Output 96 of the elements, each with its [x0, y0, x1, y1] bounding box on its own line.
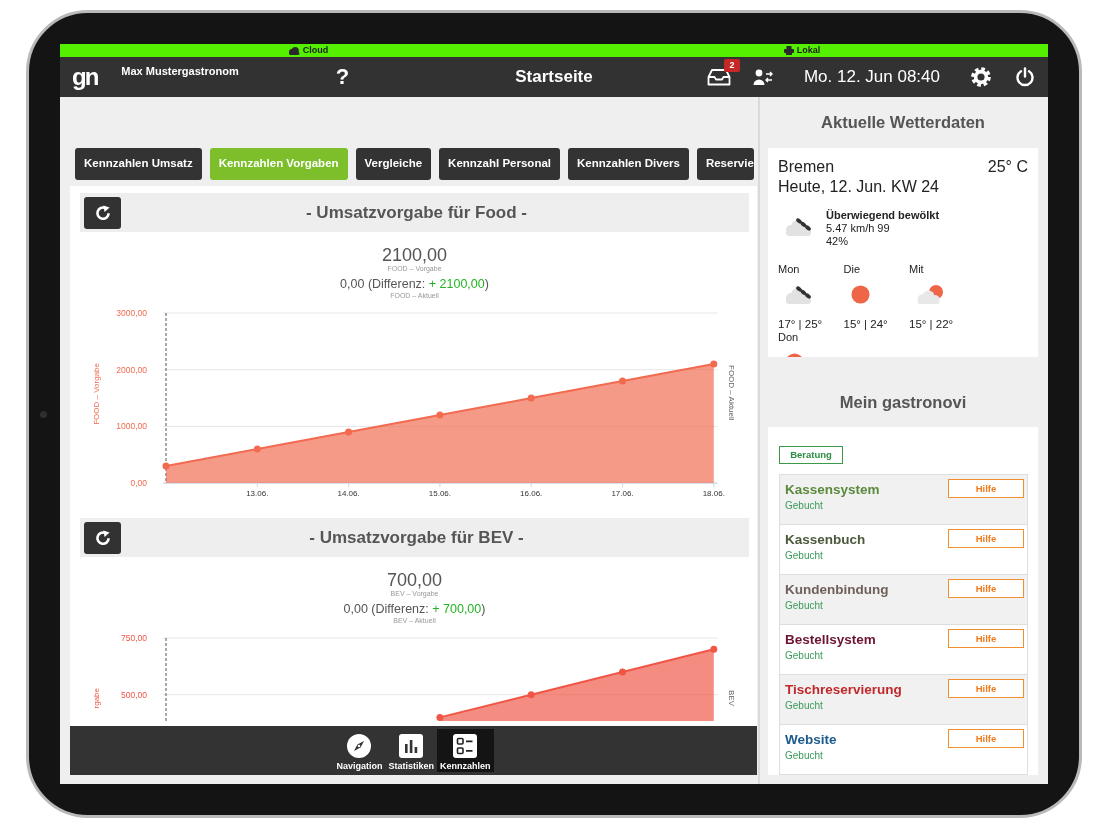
refresh-icon — [94, 529, 111, 546]
booking-status: Gebucht — [785, 749, 823, 762]
data-point — [710, 645, 718, 653]
data-point — [162, 462, 170, 470]
booking-status: Gebucht — [785, 699, 823, 712]
weekday-label: Don — [778, 330, 799, 344]
target-value: 2100,00 — [380, 244, 449, 265]
data-point — [619, 377, 626, 385]
module-name: Kassenbuch — [785, 532, 866, 548]
temperature-range: 15° | 22° — [909, 316, 954, 331]
sun-icon — [850, 284, 870, 304]
camera-icon — [40, 411, 47, 418]
date-time: Mo. 12. Jun 08:40 — [803, 66, 940, 89]
data-point — [253, 445, 261, 453]
date-line: Heute, 12. Jun. KW 24 — [778, 177, 939, 197]
cloud-rain-icon — [785, 217, 813, 236]
data-point — [527, 394, 535, 402]
weekday-label: Mit — [909, 262, 924, 276]
y-axis-label: 1000,00 — [116, 421, 147, 432]
y-axis-label: 500,00 — [121, 689, 147, 700]
inbox-icon[interactable] — [706, 68, 731, 86]
cloud-rain-icon — [785, 284, 813, 304]
user-name: Max Mustergastronom — [121, 65, 239, 79]
axis-title: BEV — [727, 690, 736, 706]
weekday-label: Die — [843, 262, 860, 276]
panel-heading: Aktuelle Wetterdaten — [821, 112, 985, 134]
settings-icon[interactable] — [971, 67, 991, 87]
x-axis-label: 15.06. — [428, 489, 451, 499]
y-axis-label: 2000,00 — [116, 364, 147, 375]
power-icon[interactable] — [1015, 67, 1035, 87]
user-switch-icon[interactable] — [752, 69, 773, 85]
humidity: 42% — [826, 235, 849, 249]
y-axis-label: 3000,00 — [116, 308, 147, 318]
tab-button[interactable]: Reservie — [696, 148, 754, 180]
y-axis-label: 750,00 — [121, 633, 147, 643]
tab-button[interactable]: Vergleiche — [355, 148, 432, 180]
tab-button[interactable]: Kennzahlen Divers — [568, 148, 689, 180]
data-point — [527, 691, 535, 699]
data-point — [436, 411, 444, 419]
data-point — [619, 668, 626, 676]
x-axis-label: 13.06. — [246, 489, 269, 499]
booking-status: Gebucht — [785, 499, 823, 512]
temperature-range: 17° | 25° — [778, 316, 823, 331]
nav-tab[interactable]: Navigation — [333, 729, 386, 772]
refresh-icon — [94, 204, 111, 221]
difference-text: 0,00 (Differenz: + 2100,00) — [339, 277, 490, 292]
status-label: Cloud — [302, 46, 329, 55]
x-axis-label: 18.06. — [702, 489, 725, 499]
panel-heading: Mein gastronovi — [839, 392, 967, 414]
x-axis-label: 16.06. — [520, 489, 543, 499]
printer-icon — [783, 46, 794, 55]
section-title: - Umsatzvorgabe für BEV - — [308, 526, 525, 549]
bar-chart-icon — [399, 733, 424, 758]
booking-status: Gebucht — [785, 649, 823, 662]
booking-status: Gebucht — [785, 599, 823, 612]
axis-title: rgabe — [92, 688, 101, 709]
city-name: Bremen — [778, 157, 835, 177]
weekday-label: Mon — [778, 262, 800, 276]
y-axis-label: 0,00 — [130, 478, 147, 489]
module-name: Kundenbindung — [785, 582, 889, 598]
x-axis-label: 17.06. — [611, 489, 634, 499]
difference-text: 0,00 (Differenz: + 700,00) — [342, 602, 487, 617]
data-point — [436, 713, 444, 721]
section-title: - Umsatzvorgabe für Food - — [305, 201, 528, 224]
cloud-icon — [287, 46, 300, 55]
weather-condition: Überwiegend bewölkt — [826, 209, 940, 223]
notification-badge: 2 — [723, 59, 740, 72]
sun-icon — [785, 352, 804, 357]
module-name: Tischreservierung — [785, 682, 902, 698]
nav-tab[interactable]: Statistiken — [385, 729, 437, 772]
axis-title: FOOD – Aktuell — [727, 365, 736, 421]
current-temperature: 25° C — [987, 157, 1028, 177]
tab-button[interactable]: Kennzahlen Umsatz — [75, 148, 202, 180]
refresh-button[interactable] — [84, 521, 121, 554]
tab-button[interactable]: Kennzahl Personal — [439, 148, 560, 180]
cloud-sun-icon — [916, 284, 944, 304]
booking-status: Gebucht — [785, 549, 823, 562]
data-point — [710, 360, 718, 368]
compass-icon — [347, 733, 372, 758]
page-title: Startseite — [515, 66, 593, 89]
wind-speed: 5.47 km/h 99 — [826, 222, 890, 236]
nav-tab[interactable]: Kennzahlen — [437, 729, 494, 772]
data-point — [345, 428, 353, 436]
status-label: Lokal — [796, 46, 821, 55]
module-name: Website — [785, 732, 837, 748]
x-axis-label: 14.06. — [337, 489, 360, 499]
temperature-range: 15° | 24° — [843, 316, 888, 331]
target-value: 700,00 — [385, 569, 444, 590]
module-name: Bestellsystem — [785, 632, 876, 648]
list-icon — [453, 733, 478, 758]
module-name: Kassensystem — [785, 482, 880, 498]
consult-button[interactable]: Beratung — [779, 446, 843, 464]
axis-title: FOOD – Vorgabe — [92, 363, 101, 425]
refresh-button[interactable] — [84, 196, 121, 229]
app-logo: gn — [72, 65, 98, 89]
help-button[interactable]: ? — [335, 66, 350, 88]
